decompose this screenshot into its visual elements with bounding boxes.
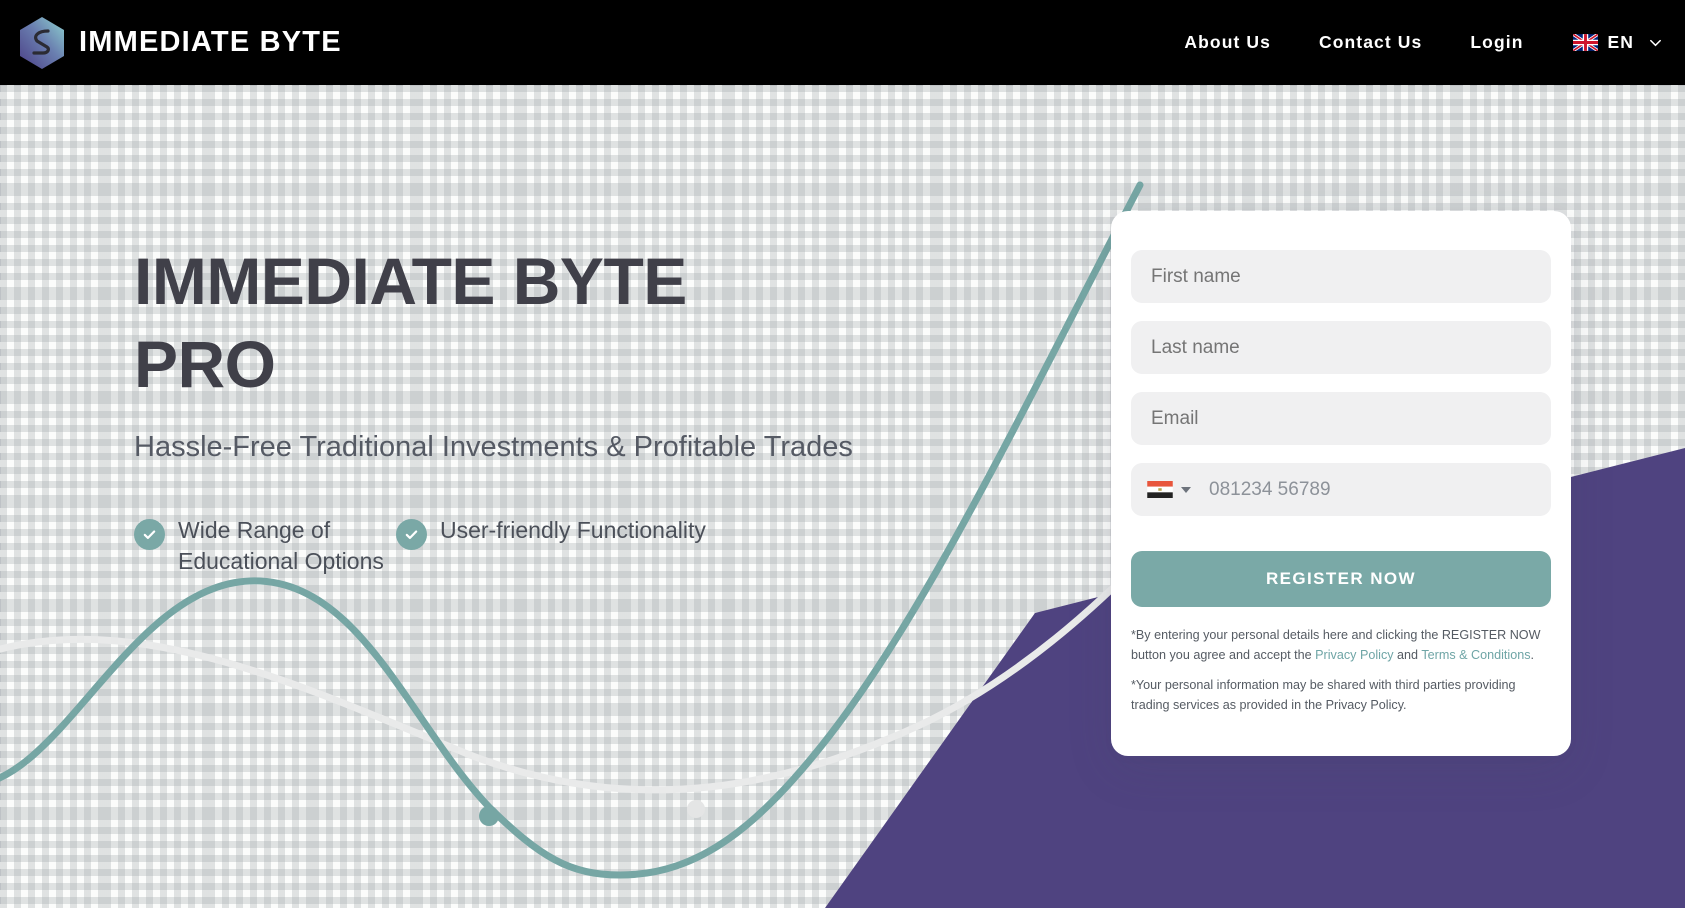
- terms-conditions-link[interactable]: Terms & Conditions: [1421, 648, 1530, 662]
- registration-card: 081234 56789 REGISTER NOW *By entering y…: [1111, 211, 1571, 757]
- phone-placeholder: 081234 56789: [1209, 478, 1331, 500]
- language-code: EN: [1607, 32, 1634, 52]
- feature-label: User-friendly Functionality: [440, 517, 706, 544]
- hero-section: IMMEDIATE BYTE PRO Hassle-Free Tradition…: [134, 240, 894, 578]
- hero-title-line-2: PRO: [134, 326, 276, 401]
- nav-contact-us[interactable]: Contact Us: [1295, 32, 1446, 53]
- disclaimer-text-mid: and: [1393, 647, 1422, 662]
- teal-curve-point: [479, 806, 499, 826]
- hexagon-logo-icon: [20, 16, 64, 69]
- nav-login[interactable]: Login: [1446, 32, 1547, 53]
- first-name-input[interactable]: [1131, 250, 1551, 303]
- nav-about-us[interactable]: About Us: [1160, 32, 1295, 53]
- feature-item-user-friendly: User-friendly Functionality: [396, 515, 706, 578]
- landing-page: IMMEDIATE BYTE About Us Contact Us Login…: [0, 0, 1685, 908]
- brand-name: IMMEDIATE BYTE: [79, 26, 342, 58]
- egypt-flag-icon: [1147, 481, 1173, 498]
- check-circle-icon: [134, 519, 165, 551]
- check-circle-icon: [396, 519, 427, 551]
- hero-title-line-1: IMMEDIATE BYTE: [134, 244, 687, 318]
- gray-curve-point: [687, 800, 705, 818]
- register-now-button[interactable]: REGISTER NOW: [1131, 551, 1551, 607]
- brand-logo[interactable]: IMMEDIATE BYTE: [18, 16, 342, 70]
- disclaimer-text-end: .: [1530, 647, 1535, 662]
- hero-subtitle: Hassle-Free Traditional Investments & Pr…: [134, 431, 853, 463]
- uk-flag-icon: [1573, 34, 1599, 51]
- chevron-down-icon: [1650, 39, 1661, 47]
- last-name-input[interactable]: [1131, 321, 1551, 374]
- feature-label: Wide Range of Educational Options: [178, 517, 384, 575]
- feature-list: Wide Range of Educational Options User-f…: [134, 515, 894, 578]
- email-input[interactable]: [1131, 392, 1551, 445]
- privacy-policy-link[interactable]: Privacy Policy: [1315, 648, 1393, 662]
- main-navigation: About Us Contact Us Login EN: [1160, 32, 1663, 53]
- phone-input-group[interactable]: 081234 56789: [1131, 463, 1551, 516]
- feature-item-educational-options: Wide Range of Educational Options: [134, 515, 396, 578]
- language-selector[interactable]: EN: [1547, 32, 1663, 53]
- page-title: IMMEDIATE BYTE PRO: [134, 240, 894, 405]
- caret-down-icon[interactable]: [1181, 486, 1191, 493]
- disclaimer-data-sharing: *Your personal information may be shared…: [1131, 678, 1516, 712]
- site-header: IMMEDIATE BYTE About Us Contact Us Login…: [0, 0, 1685, 85]
- disclaimer-terms: *By entering your personal details here …: [1131, 626, 1551, 665]
